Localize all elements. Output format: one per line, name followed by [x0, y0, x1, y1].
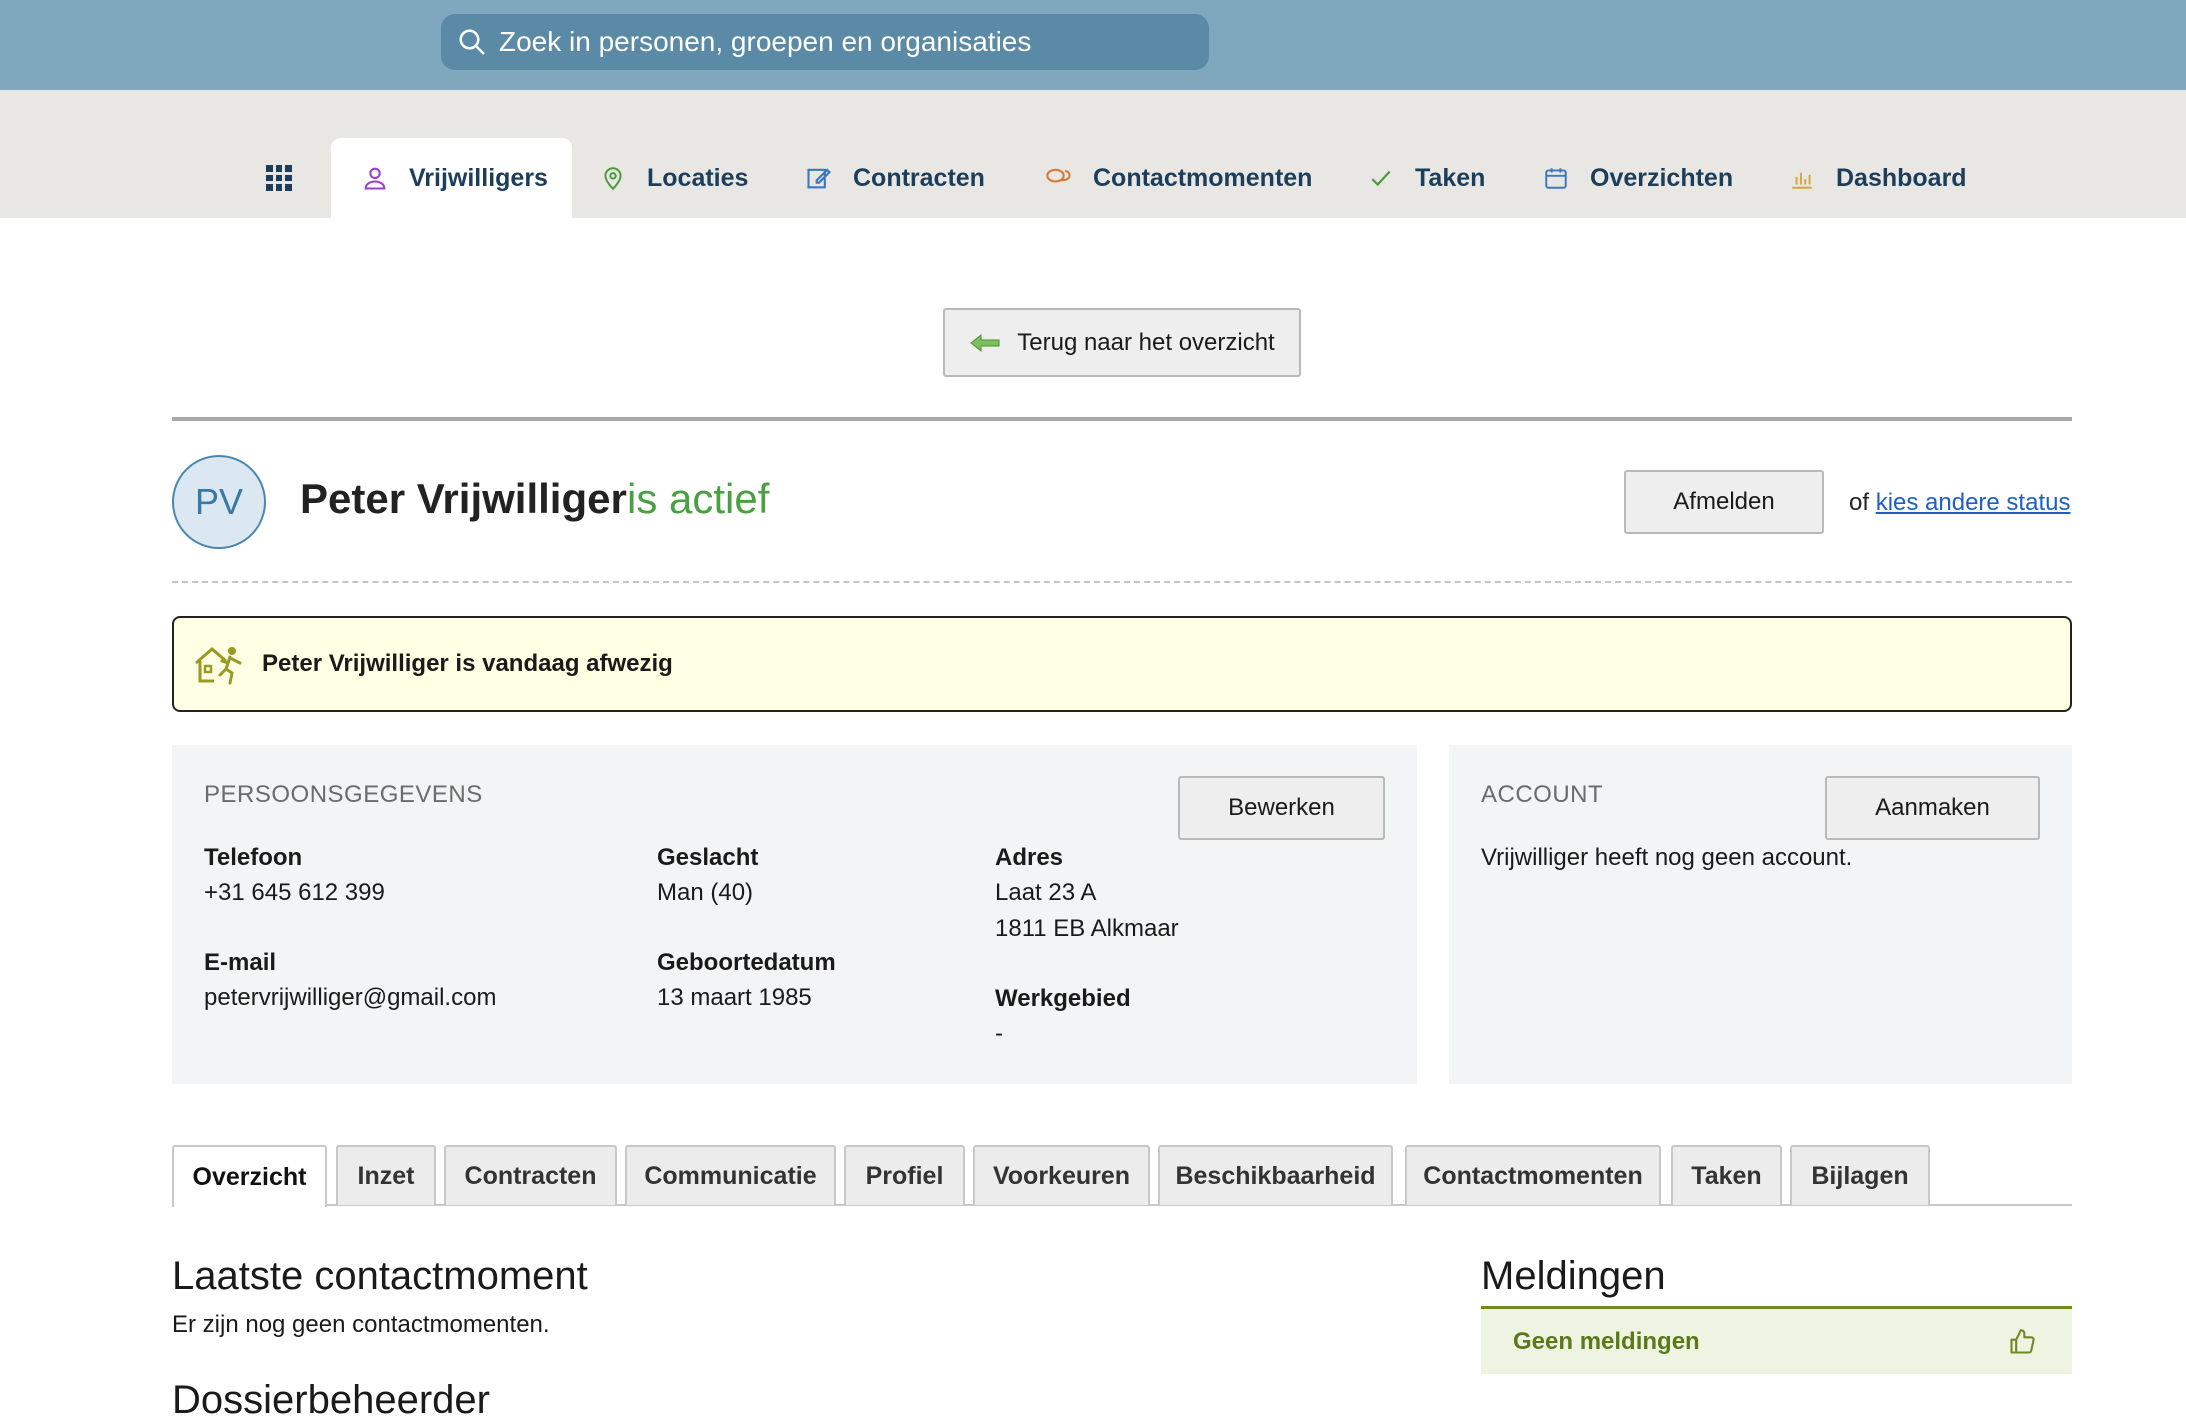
- status-choice: of kies andere status: [1849, 489, 2070, 517]
- nav-label: Overzichten: [1590, 163, 1734, 192]
- search-icon: [459, 29, 485, 55]
- gender-label: Geslacht: [657, 844, 759, 871]
- address-line2: 1811 EB Alkmaar: [995, 915, 1179, 942]
- tab-beschikbaarheid[interactable]: Beschikbaarheid: [1158, 1145, 1393, 1205]
- tab-profiel[interactable]: Profiel: [844, 1145, 965, 1205]
- back-to-overview-button[interactable]: Terug naar het overzicht: [943, 308, 1301, 377]
- birthdate-value: 13 maart 1985: [657, 984, 812, 1011]
- person-icon: [359, 162, 391, 194]
- search-box[interactable]: [441, 14, 1209, 70]
- alert-text: Peter Vrijwilliger is vandaag afwezig: [262, 650, 673, 677]
- top-bar: [0, 0, 2186, 90]
- dossier-title: Dossierbeheerder: [172, 1378, 490, 1422]
- phone-value: +31 645 612 399: [204, 879, 385, 906]
- arrow-left-icon: [970, 333, 1000, 352]
- tab-inzet[interactable]: Inzet: [336, 1145, 436, 1205]
- nav-item-contactmomenten[interactable]: Contactmomenten: [1043, 138, 1312, 218]
- birthdate-label: Geboortedatum: [657, 949, 836, 976]
- phone-label: Telefoon: [204, 844, 303, 871]
- notifications-box: Geen meldingen: [1481, 1306, 2072, 1374]
- nav-item-contracten[interactable]: Contracten: [803, 138, 985, 218]
- nav-item-dashboard[interactable]: Dashboard: [1786, 138, 1967, 218]
- thumbs-up-icon: [2010, 1328, 2035, 1354]
- area-label: Werkgebied: [995, 985, 1131, 1012]
- person-name: Peter Vrijwilliger: [300, 475, 627, 522]
- or-text: of: [1849, 489, 1870, 516]
- contract-edit-icon: [803, 162, 835, 194]
- tab-contracten[interactable]: Contracten: [444, 1145, 617, 1205]
- notifications-title: Meldingen: [1481, 1254, 1666, 1298]
- email-label: E-mail: [204, 949, 277, 976]
- tab-overzicht[interactable]: Overzicht: [172, 1145, 327, 1207]
- tab-contactmomenten[interactable]: Contactmomenten: [1405, 1145, 1661, 1205]
- tab-bijlagen[interactable]: Bijlagen: [1790, 1145, 1930, 1205]
- tab-voorkeuren[interactable]: Voorkeuren: [973, 1145, 1150, 1205]
- other-status-link[interactable]: kies andere status: [1876, 489, 2071, 516]
- email-value: petervrijwilliger@gmail.com: [204, 984, 497, 1011]
- address-line1: Laat 23 A: [995, 879, 1097, 906]
- last-contact-text: Er zijn nog geen contactmomenten.: [172, 1311, 550, 1338]
- account-text: Vrijwilliger heeft nog geen account.: [1481, 844, 1853, 871]
- panel-title: ACCOUNT: [1481, 781, 1604, 808]
- edit-button[interactable]: Bewerken: [1178, 776, 1385, 840]
- apps-grid-icon[interactable]: [266, 165, 292, 191]
- personal-details-panel: PERSOONSGEGEVENS Bewerken Telefoon +31 6…: [172, 745, 1417, 1084]
- nav-item-vrijwilligers[interactable]: Vrijwilligers: [331, 138, 572, 218]
- divider: [172, 417, 2072, 421]
- nav-item-overzichten[interactable]: Overzichten: [1540, 138, 1733, 218]
- nav-label: Locaties: [647, 163, 749, 192]
- absent-person-icon: [195, 647, 242, 685]
- search-input[interactable]: [497, 25, 1181, 59]
- address-label: Adres: [995, 844, 1064, 871]
- tab-communicatie[interactable]: Communicatie: [625, 1145, 836, 1205]
- nav-label: Taken: [1415, 163, 1486, 192]
- checkmark-icon: [1365, 162, 1397, 194]
- nav-label: Dashboard: [1836, 163, 1967, 192]
- location-pin-icon: [597, 162, 629, 194]
- nav-label: Contracten: [853, 163, 985, 192]
- nav-item-locaties[interactable]: Locaties: [597, 138, 748, 218]
- gender-value: Man (40): [657, 879, 754, 906]
- notifications-text: Geen meldingen: [1513, 1327, 1700, 1355]
- avatar: PV: [172, 455, 266, 549]
- panel-title: PERSOONSGEGEVENS: [204, 781, 483, 808]
- dashed-divider: [172, 581, 2072, 583]
- create-account-button[interactable]: Aanmaken: [1825, 776, 2040, 840]
- nav-item-taken[interactable]: Taken: [1365, 138, 1485, 218]
- back-button-label: Terug naar het overzicht: [1017, 328, 1275, 356]
- nav-label: Vrijwilligers: [409, 163, 548, 192]
- unsubscribe-button[interactable]: Afmelden: [1624, 470, 1824, 534]
- area-value: -: [995, 1020, 1003, 1047]
- calendar-icon: [1540, 162, 1572, 194]
- person-status: is actief: [627, 475, 770, 522]
- absence-alert: Peter Vrijwilliger is vandaag afwezig: [172, 616, 2072, 712]
- bar-chart-icon: [1786, 162, 1818, 194]
- nav-label: Contactmomenten: [1093, 163, 1313, 192]
- tab-taken[interactable]: Taken: [1671, 1145, 1782, 1205]
- chat-bubbles-icon: [1043, 162, 1075, 194]
- last-contact-title: Laatste contactmoment: [172, 1254, 588, 1298]
- account-panel: ACCOUNT Aanmaken Vrijwilliger heeft nog …: [1449, 745, 2072, 1084]
